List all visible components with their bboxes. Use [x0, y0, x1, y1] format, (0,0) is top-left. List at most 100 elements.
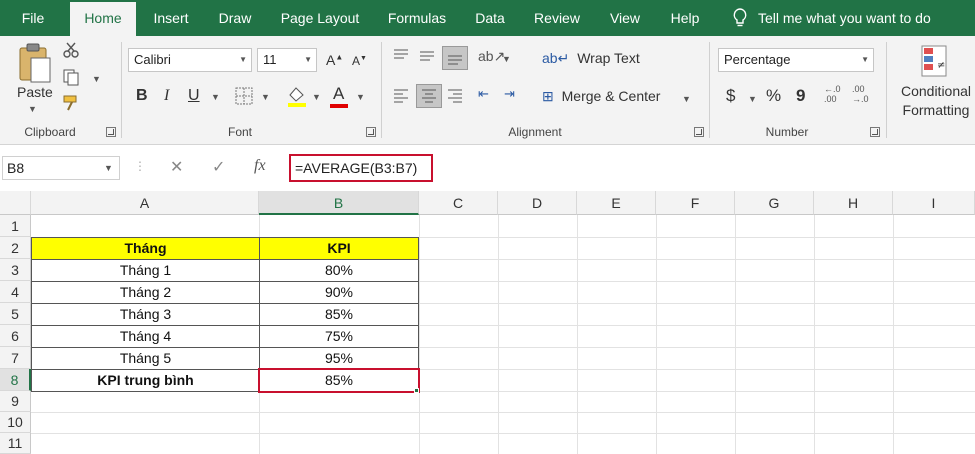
row-header-5[interactable]: 5 [0, 303, 31, 325]
column-header-b[interactable]: B [259, 191, 419, 215]
format-painter-icon[interactable] [62, 94, 80, 112]
comma-button[interactable]: 9 [796, 86, 805, 106]
column-header-h[interactable]: H [814, 191, 893, 215]
row-header-7[interactable]: 7 [0, 347, 31, 369]
underline-button[interactable]: U [188, 87, 200, 105]
number-launcher-icon[interactable] [870, 127, 880, 137]
drag-handle-icon[interactable]: ⋮ [134, 159, 146, 173]
currency-button[interactable]: $ [726, 86, 735, 106]
fill-handle[interactable] [414, 388, 419, 393]
row-header-8[interactable]: 8 [0, 369, 31, 391]
tab-view[interactable]: View [602, 0, 648, 36]
row-header-3[interactable]: 3 [0, 259, 31, 281]
merge-center-dropdown-icon[interactable]: ▼ [682, 94, 691, 104]
align-right-icon[interactable] [446, 88, 464, 104]
middle-align-icon[interactable] [418, 48, 436, 64]
row-header-4[interactable]: 4 [0, 281, 31, 303]
italic-button[interactable]: I [164, 87, 169, 105]
borders-icon[interactable] [235, 87, 253, 105]
cell-b5[interactable]: 85% [260, 304, 419, 326]
font-color-icon[interactable]: A [333, 84, 344, 104]
row-header-10[interactable]: 10 [0, 412, 31, 433]
copy-dropdown-icon[interactable]: ▼ [92, 74, 101, 84]
column-header-e[interactable]: E [577, 191, 656, 215]
font-size-dropdown[interactable]: 11 ▼ [257, 48, 317, 72]
cancel-icon[interactable]: ✕ [170, 157, 183, 177]
gridline [814, 215, 815, 454]
name-box[interactable]: B8 [2, 156, 120, 180]
currency-dropdown-icon[interactable]: ▼ [748, 94, 757, 104]
column-header-f[interactable]: F [656, 191, 735, 215]
alignment-launcher-icon[interactable] [694, 127, 704, 137]
column-header-g[interactable]: G [735, 191, 814, 215]
number-format-dropdown[interactable]: Percentage ▼ [718, 48, 874, 72]
tab-formulas[interactable]: Formulas [382, 0, 452, 36]
cell-a2[interactable]: Tháng [32, 238, 260, 260]
paste-dropdown-icon[interactable]: ▼ [28, 104, 37, 114]
paste-button[interactable]: Paste [17, 84, 53, 100]
cell-b6[interactable]: 75% [260, 326, 419, 348]
cell-a4[interactable]: Tháng 2 [32, 282, 260, 304]
cell-a3[interactable]: Tháng 1 [32, 260, 260, 282]
enter-icon[interactable]: ✓ [212, 157, 225, 177]
tell-me-search[interactable]: Tell me what you want to do [758, 0, 954, 36]
increase-indent-icon[interactable]: ⇥ [504, 86, 515, 102]
cell-a5[interactable]: Tháng 3 [32, 304, 260, 326]
orientation-dropdown-icon[interactable]: ▼ [502, 54, 511, 64]
paste-icon[interactable] [17, 42, 53, 84]
column-header-c[interactable]: C [419, 191, 498, 215]
insert-function-button[interactable]: fx [254, 157, 266, 175]
borders-dropdown-icon[interactable]: ▼ [261, 92, 270, 102]
tab-help[interactable]: Help [664, 0, 706, 36]
bold-button[interactable]: B [136, 87, 148, 105]
tab-insert[interactable]: Insert [146, 0, 196, 36]
decrease-decimal-icon[interactable]: .00 →.0 [852, 84, 869, 104]
fill-color-icon[interactable] [286, 85, 308, 107]
cell-a7[interactable]: Tháng 5 [32, 348, 260, 370]
fill-color-dropdown-icon[interactable]: ▼ [312, 92, 321, 102]
column-header-d[interactable]: D [498, 191, 577, 215]
underline-dropdown-icon[interactable]: ▼ [211, 92, 220, 102]
merge-center-button[interactable]: ⊞ Merge & Center [542, 88, 660, 105]
clipboard-launcher-icon[interactable] [106, 127, 116, 137]
name-box-dropdown-icon[interactable]: ▼ [104, 163, 113, 173]
conditional-formatting-button[interactable]: Conditional Formatting [896, 82, 975, 120]
row-header-9[interactable]: 9 [0, 391, 31, 412]
cell-a6[interactable]: Tháng 4 [32, 326, 260, 348]
column-header-a[interactable]: A [31, 191, 259, 215]
top-align-icon[interactable] [392, 48, 410, 64]
percent-button[interactable]: % [766, 86, 781, 106]
select-all-corner[interactable] [0, 191, 31, 215]
tab-draw[interactable]: Draw [212, 0, 258, 36]
conditional-formatting-icon[interactable]: ≠ [920, 44, 952, 78]
align-left-icon[interactable] [392, 88, 410, 104]
tab-file[interactable]: File [12, 0, 54, 36]
align-center-button[interactable] [416, 84, 442, 108]
increase-decimal-icon[interactable]: ←.0.00 [824, 84, 841, 104]
decrease-font-size-icon[interactable]: A▼ [352, 54, 367, 68]
bottom-align-button[interactable] [442, 46, 468, 70]
cell-b3[interactable]: 80% [260, 260, 419, 282]
tab-home[interactable]: Home [70, 2, 136, 36]
row-header-1[interactable]: 1 [0, 215, 31, 237]
column-header-i[interactable]: I [893, 191, 975, 215]
cut-icon[interactable] [62, 42, 80, 58]
row-header-6[interactable]: 6 [0, 325, 31, 347]
formula-input[interactable]: =AVERAGE(B3:B7) [289, 154, 433, 182]
font-color-dropdown-icon[interactable]: ▼ [356, 92, 365, 102]
cell-a8[interactable]: KPI trung bình [32, 370, 260, 392]
tab-review[interactable]: Review [528, 0, 586, 36]
cell-b7[interactable]: 95% [260, 348, 419, 370]
cell-b4[interactable]: 90% [260, 282, 419, 304]
increase-font-size-icon[interactable]: A▲ [326, 52, 343, 68]
wrap-text-button[interactable]: ab↵ Wrap Text [542, 50, 640, 67]
row-header-11[interactable]: 11 [0, 433, 31, 454]
font-name-dropdown[interactable]: Calibri ▼ [128, 48, 252, 72]
cell-b2[interactable]: KPI [260, 238, 419, 260]
font-launcher-icon[interactable] [366, 127, 376, 137]
tab-page-layout[interactable]: Page Layout [276, 0, 364, 36]
decrease-indent-icon[interactable]: ⇤ [478, 86, 489, 102]
tab-data[interactable]: Data [468, 0, 512, 36]
copy-icon[interactable] [62, 68, 80, 86]
row-header-2[interactable]: 2 [0, 237, 31, 259]
